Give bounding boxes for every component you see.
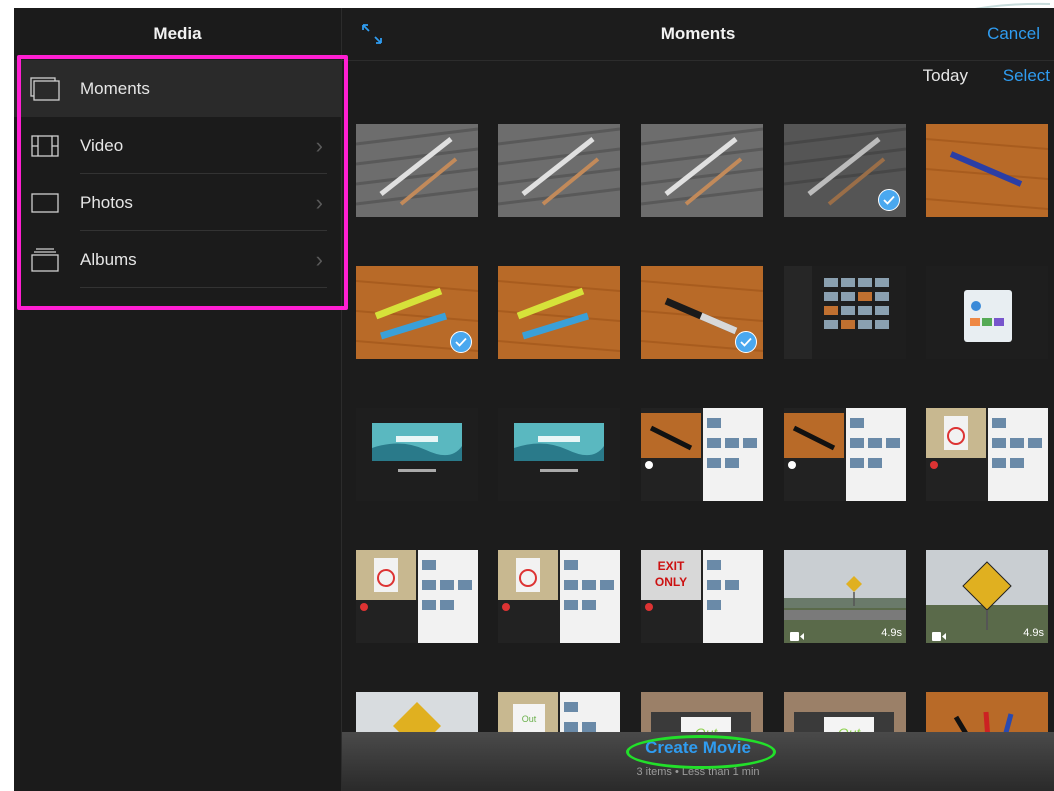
svg-text:ONLY: ONLY	[655, 575, 687, 589]
media-thumbnail[interactable]	[498, 266, 620, 359]
checkmark-icon	[735, 331, 757, 353]
sidebar-title: Media	[14, 8, 341, 61]
page-title: Moments	[660, 24, 736, 43]
media-thumbnail[interactable]	[641, 408, 763, 501]
section-date-label: Today	[922, 66, 968, 85]
checkmark-icon	[878, 189, 900, 211]
svg-text:EXIT: EXIT	[658, 559, 685, 573]
media-thumbnail[interactable]	[498, 550, 620, 643]
media-thumbnail[interactable]	[356, 550, 478, 643]
thumbnail-grid: EXITONLY4.9s4.9sOutOutOut	[342, 8, 1054, 791]
cancel-button[interactable]: Cancel	[987, 8, 1040, 60]
top-bar: Moments Cancel	[342, 8, 1054, 61]
video-camera-icon	[790, 628, 804, 641]
annotation-highlight-ellipse	[626, 735, 776, 769]
media-thumbnail[interactable]	[641, 124, 763, 217]
select-button[interactable]: Select	[1003, 66, 1050, 86]
media-thumbnail[interactable]	[356, 266, 478, 359]
checkmark-icon	[450, 331, 472, 353]
video-camera-icon	[932, 628, 946, 641]
media-thumbnail[interactable]	[641, 266, 763, 359]
media-thumbnail[interactable]: 4.9s	[784, 550, 906, 643]
media-thumbnail[interactable]	[784, 266, 906, 359]
media-thumbnail[interactable]	[356, 408, 478, 501]
media-thumbnail[interactable]	[926, 266, 1048, 359]
video-duration: 4.9s	[881, 627, 902, 639]
media-thumbnail[interactable]	[784, 408, 906, 501]
media-thumbnail[interactable]: EXIT ONLY	[641, 550, 763, 643]
media-thumbnail[interactable]: 4.9s	[926, 550, 1048, 643]
media-thumbnail[interactable]	[356, 124, 478, 217]
media-thumbnail[interactable]	[926, 408, 1048, 501]
svg-text:Out: Out	[522, 714, 537, 724]
media-thumbnail[interactable]	[784, 124, 906, 217]
moments-panel: EXITONLY4.9s4.9sOutOutOut Moments Cancel…	[342, 8, 1054, 791]
media-thumbnail[interactable]	[498, 124, 620, 217]
annotation-highlight-box	[17, 55, 348, 310]
video-duration: 4.9s	[1023, 627, 1044, 639]
media-thumbnail[interactable]	[926, 124, 1048, 217]
media-thumbnail[interactable]	[498, 408, 620, 501]
